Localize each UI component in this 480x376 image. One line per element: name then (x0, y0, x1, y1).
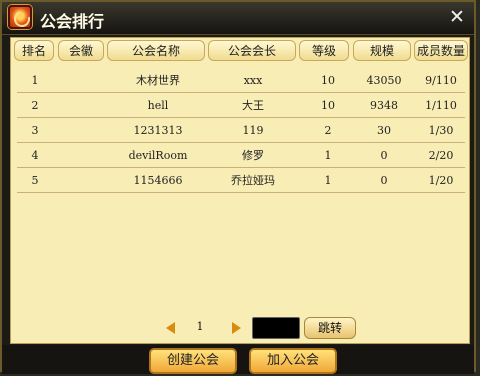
rank-cell: 2 (31, 99, 39, 112)
column-level: 等级 (299, 40, 349, 61)
ranking-panel: 排名 会徽 公会名称 公会会长 等级 规模 成员数量 1 木材世界 xxx 10… (10, 37, 470, 344)
guild-leader-cell: 修罗 (242, 149, 264, 162)
guild-name-cell: 1154666 (133, 174, 183, 187)
guild-leader-cell: 119 (242, 124, 264, 137)
level-cell: 1 (324, 149, 332, 162)
scale-cell: 30 (377, 124, 391, 137)
level-cell: 1 (324, 174, 332, 187)
table-row[interactable]: 1 木材世界 xxx 10 43050 9/110 (17, 70, 465, 93)
guild-name-cell: hell (147, 99, 169, 112)
page-input[interactable] (252, 317, 300, 339)
jump-button[interactable]: 跳转 (304, 317, 356, 339)
column-rank: 排名 (14, 40, 54, 61)
rank-cell: 1 (31, 74, 39, 87)
rank-cell: 3 (31, 124, 39, 137)
members-cell: 2/20 (428, 149, 454, 162)
title-bar: 公会排行 ✕ (2, 2, 474, 35)
prev-page-icon[interactable] (166, 322, 175, 334)
table-row[interactable]: 5 1154666 乔拉娅玛 1 0 1/20 (17, 170, 465, 193)
pagination: 1 跳转 (2, 314, 474, 340)
scale-cell: 0 (380, 149, 388, 162)
level-cell: 10 (321, 74, 335, 87)
guild-leader-cell: 大王 (242, 99, 264, 112)
members-cell: 9/110 (425, 74, 457, 87)
level-cell: 2 (324, 124, 332, 137)
action-bar (2, 345, 474, 374)
rank-cell: 5 (31, 174, 39, 187)
guild-ranking-window: 公会排行 ✕ 排名 会徽 公会名称 公会会长 等级 规模 成员数量 1 木材世界… (0, 0, 476, 374)
members-cell: 1/30 (428, 124, 454, 137)
column-guild-leader: 公会会长 (208, 40, 296, 61)
scale-cell: 9348 (370, 99, 398, 112)
guild-name-cell: 木材世界 (136, 74, 180, 87)
table-row[interactable]: 2 hell 大王 10 9348 1/110 (17, 95, 465, 118)
guild-name-cell: devilRoom (128, 149, 188, 162)
column-scale: 规模 (353, 40, 411, 61)
guild-name-cell: 1231313 (133, 124, 183, 137)
column-guild-name: 公会名称 (107, 40, 205, 61)
rank-cell: 4 (31, 149, 39, 162)
table-row[interactable]: 4 devilRoom 修罗 1 0 2/20 (17, 145, 465, 168)
join-guild-button[interactable]: 加入公会 (249, 348, 337, 374)
table-row[interactable]: 3 1231313 119 2 30 1/30 (17, 120, 465, 143)
members-cell: 1/20 (428, 174, 454, 187)
current-page: 1 (196, 320, 204, 333)
close-icon[interactable]: ✕ (448, 8, 466, 27)
window-title: 公会排行 (40, 14, 105, 31)
guild-logo-icon (8, 5, 32, 29)
scale-cell: 43050 (366, 74, 402, 87)
guild-leader-cell: xxx (243, 74, 263, 87)
column-member-count: 成员数量 (414, 40, 468, 61)
create-guild-button[interactable]: 创建公会 (149, 348, 237, 374)
level-cell: 10 (321, 99, 335, 112)
members-cell: 1/110 (425, 99, 457, 112)
table-header: 排名 会徽 公会名称 公会会长 等级 规模 成员数量 (11, 38, 469, 64)
scale-cell: 0 (380, 174, 388, 187)
column-emblem: 会徽 (58, 40, 104, 61)
guild-leader-cell: 乔拉娅玛 (231, 174, 275, 187)
next-page-icon[interactable] (232, 322, 241, 334)
